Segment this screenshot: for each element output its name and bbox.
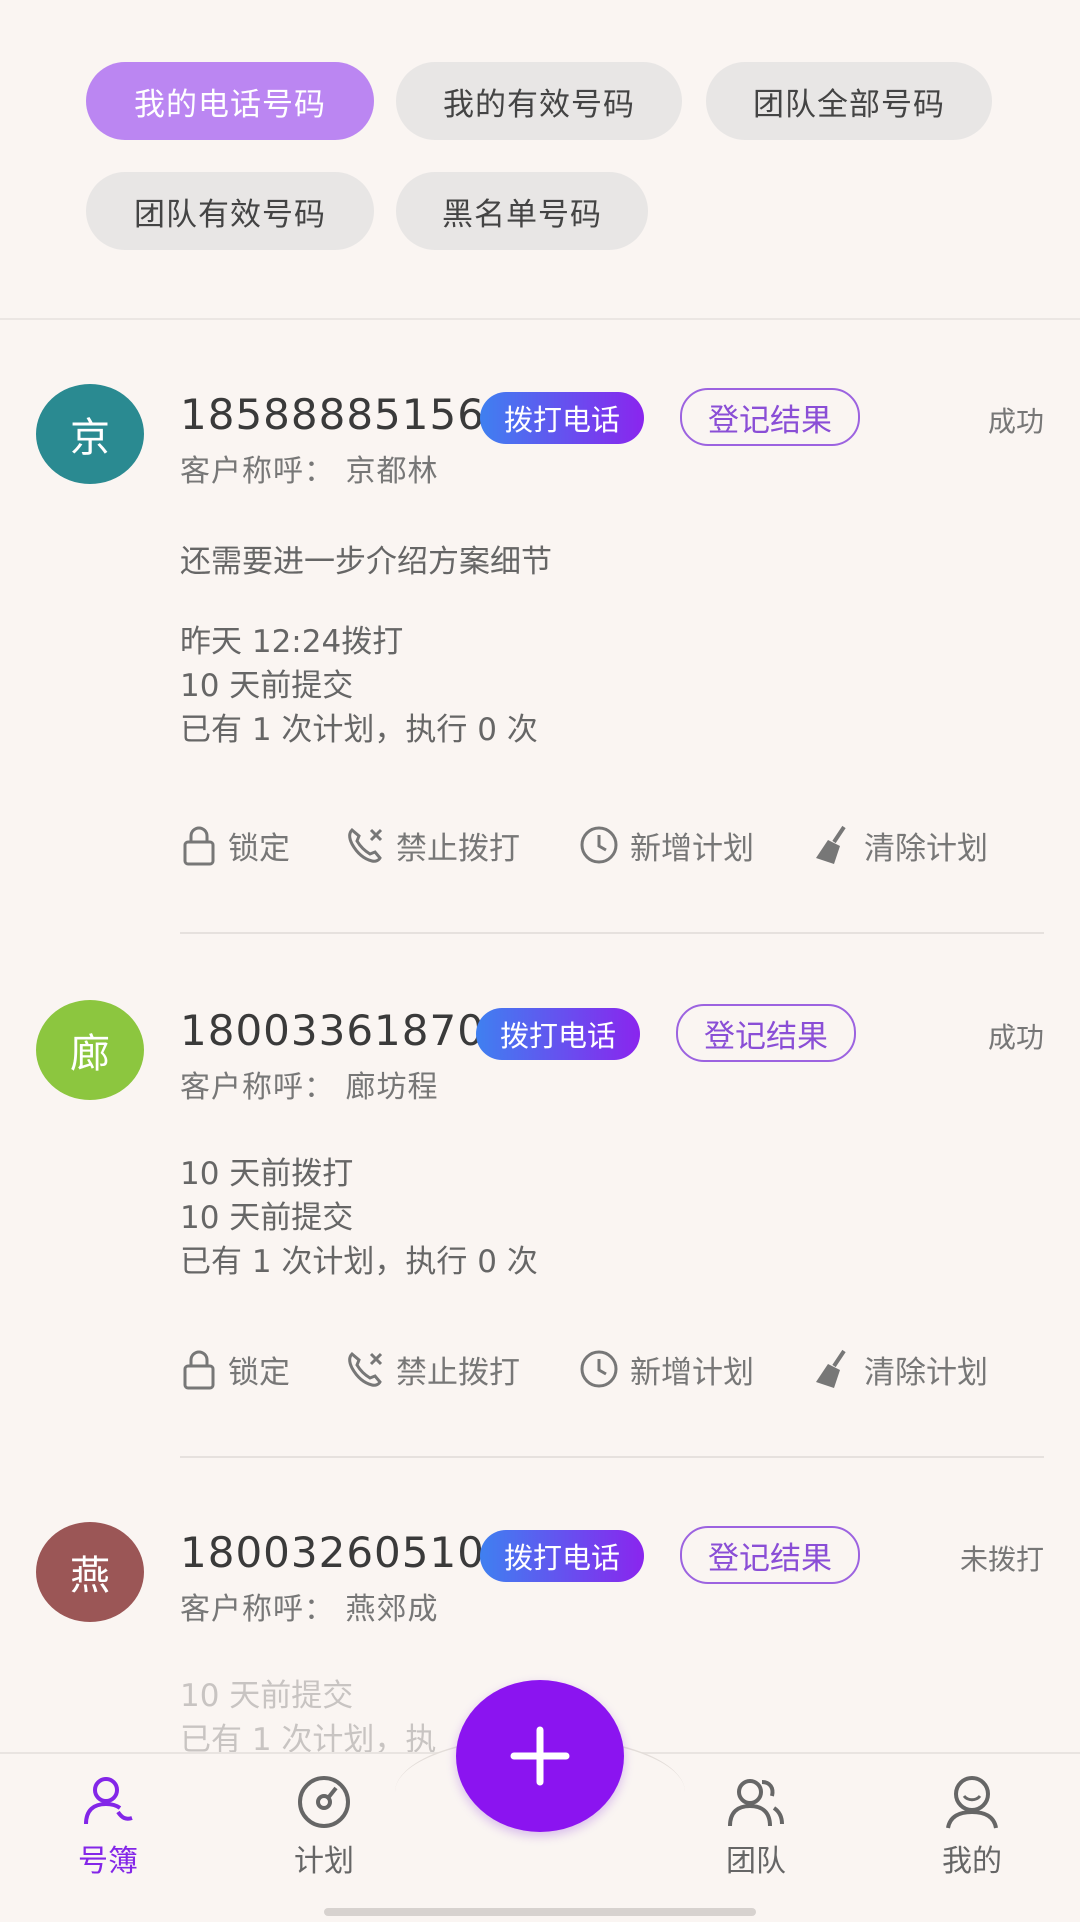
register-result-button[interactable]: 登记结果 — [680, 1526, 860, 1584]
call-time: 昨天 12:24拨打 — [180, 624, 404, 660]
record-note: 还需要进一步介绍方案细节 — [180, 544, 552, 580]
nav-mine[interactable]: 我的 — [892, 1774, 1052, 1880]
add-plan-label: 新增计划 — [630, 1354, 754, 1391]
plan-summary: 已有 1 次计划，执行 0 次 — [180, 1244, 538, 1280]
lock-label: 锁定 — [228, 1354, 290, 1391]
nav-team[interactable]: 团队 — [676, 1774, 836, 1880]
filter-my-valid-numbers[interactable]: 我的有效号码 — [396, 62, 682, 140]
lock-action[interactable]: 锁定 — [180, 1344, 290, 1394]
record-info: 10 天前提交 已有 1 次计划，执 — [180, 1674, 436, 1760]
lock-icon — [183, 1350, 215, 1390]
avatar: 京 — [36, 384, 144, 484]
team-icon — [728, 1779, 784, 1827]
record-info: 10 天前拨打 10 天前提交 已有 1 次计划，执行 0 次 — [180, 1152, 538, 1284]
submit-time: 10 天前提交 — [180, 1200, 354, 1236]
forbid-call-label: 禁止拨打 — [396, 1354, 520, 1391]
record-card: 廊 18003361870 拨打电话 登记结果 成功 客户称呼： 廊坊程 10 … — [0, 936, 1080, 1458]
gauge-icon — [298, 1776, 350, 1828]
add-plan-label: 新增计划 — [630, 830, 754, 867]
lock-action[interactable]: 锁定 — [180, 820, 290, 870]
customer-name: 客户称呼： 廊坊程 — [180, 1070, 439, 1105]
add-plan-action[interactable]: 新增计划 — [578, 820, 754, 870]
status-label: 成功 — [987, 405, 1044, 438]
phone-number: 18003361870 — [180, 1006, 485, 1055]
record-actions: 锁定 禁止拨打 新增计划 清除计划 — [180, 1344, 1040, 1394]
clear-plan-label: 清除计划 — [864, 1354, 988, 1391]
call-button[interactable]: 拨打电话 — [476, 1008, 640, 1060]
status-label: 成功 — [987, 1021, 1044, 1054]
broom-icon — [816, 825, 846, 864]
record-card: 京 18588885156 拨打电话 登记结果 成功 客户称呼： 京都林 还需要… — [0, 320, 1080, 934]
phone-number: 18003260510 — [180, 1528, 485, 1577]
clock-icon — [580, 826, 618, 864]
nav-mine-label: 我的 — [942, 1844, 1002, 1879]
status-label: 未拨打 — [959, 1543, 1044, 1576]
call-button[interactable]: 拨打电话 — [480, 392, 644, 444]
divider — [180, 932, 1044, 934]
call-button[interactable]: 拨打电话 — [480, 1530, 644, 1582]
clear-plan-label: 清除计划 — [864, 830, 988, 867]
clear-plan-action[interactable]: 清除计划 — [814, 1344, 988, 1394]
register-result-button[interactable]: 登记结果 — [680, 388, 860, 446]
phone-number: 18588885156 — [180, 390, 485, 439]
submit-time: 10 天前提交 — [180, 668, 354, 704]
plus-icon — [510, 1726, 570, 1786]
submit-time: 10 天前提交 — [180, 1678, 354, 1714]
lock-label: 锁定 — [228, 830, 290, 867]
phone-forbid-icon — [348, 827, 383, 863]
home-indicator — [324, 1908, 756, 1916]
forbid-call-action[interactable]: 禁止拨打 — [344, 820, 520, 870]
filter-my-numbers[interactable]: 我的电话号码 — [86, 62, 374, 140]
customer-name: 客户称呼： 京都林 — [180, 454, 439, 489]
user-icon — [946, 1776, 998, 1829]
customer-name: 客户称呼： 燕郊成 — [180, 1592, 439, 1627]
broom-icon — [816, 1349, 846, 1388]
filter-bar: 我的电话号码 我的有效号码 团队全部号码 团队有效号码 黑名单号码 — [0, 0, 1080, 320]
forbid-call-label: 禁止拨打 — [396, 830, 520, 867]
add-plan-action[interactable]: 新增计划 — [578, 1344, 754, 1394]
filter-team-all-numbers[interactable]: 团队全部号码 — [706, 62, 992, 140]
lock-icon — [183, 826, 215, 866]
clear-plan-action[interactable]: 清除计划 — [814, 820, 988, 870]
register-result-button[interactable]: 登记结果 — [676, 1004, 856, 1062]
plan-summary: 已有 1 次计划，执行 0 次 — [180, 712, 538, 748]
phone-forbid-icon — [348, 1351, 383, 1387]
nav-phonebook-label: 号簿 — [78, 1844, 138, 1879]
add-fab-button[interactable] — [456, 1680, 624, 1832]
nav-plan-label: 计划 — [294, 1844, 354, 1879]
call-time: 10 天前拨打 — [180, 1156, 354, 1192]
filter-blacklist-numbers[interactable]: 黑名单号码 — [396, 172, 648, 250]
nav-team-label: 团队 — [726, 1844, 786, 1879]
avatar: 燕 — [36, 1522, 144, 1622]
avatar: 廊 — [36, 1000, 144, 1100]
nav-plan[interactable]: 计划 — [244, 1774, 404, 1880]
clock-icon — [580, 1350, 618, 1388]
nav-phonebook[interactable]: 号簿 — [28, 1774, 188, 1880]
divider — [180, 1456, 1044, 1458]
forbid-call-action[interactable]: 禁止拨打 — [344, 1344, 520, 1394]
record-info: 昨天 12:24拨打 10 天前提交 已有 1 次计划，执行 0 次 — [180, 620, 538, 752]
contacts-icon — [84, 1777, 133, 1825]
record-actions: 锁定 禁止拨打 新增计划 清除计划 — [180, 820, 1040, 870]
filter-team-valid-numbers[interactable]: 团队有效号码 — [86, 172, 374, 250]
